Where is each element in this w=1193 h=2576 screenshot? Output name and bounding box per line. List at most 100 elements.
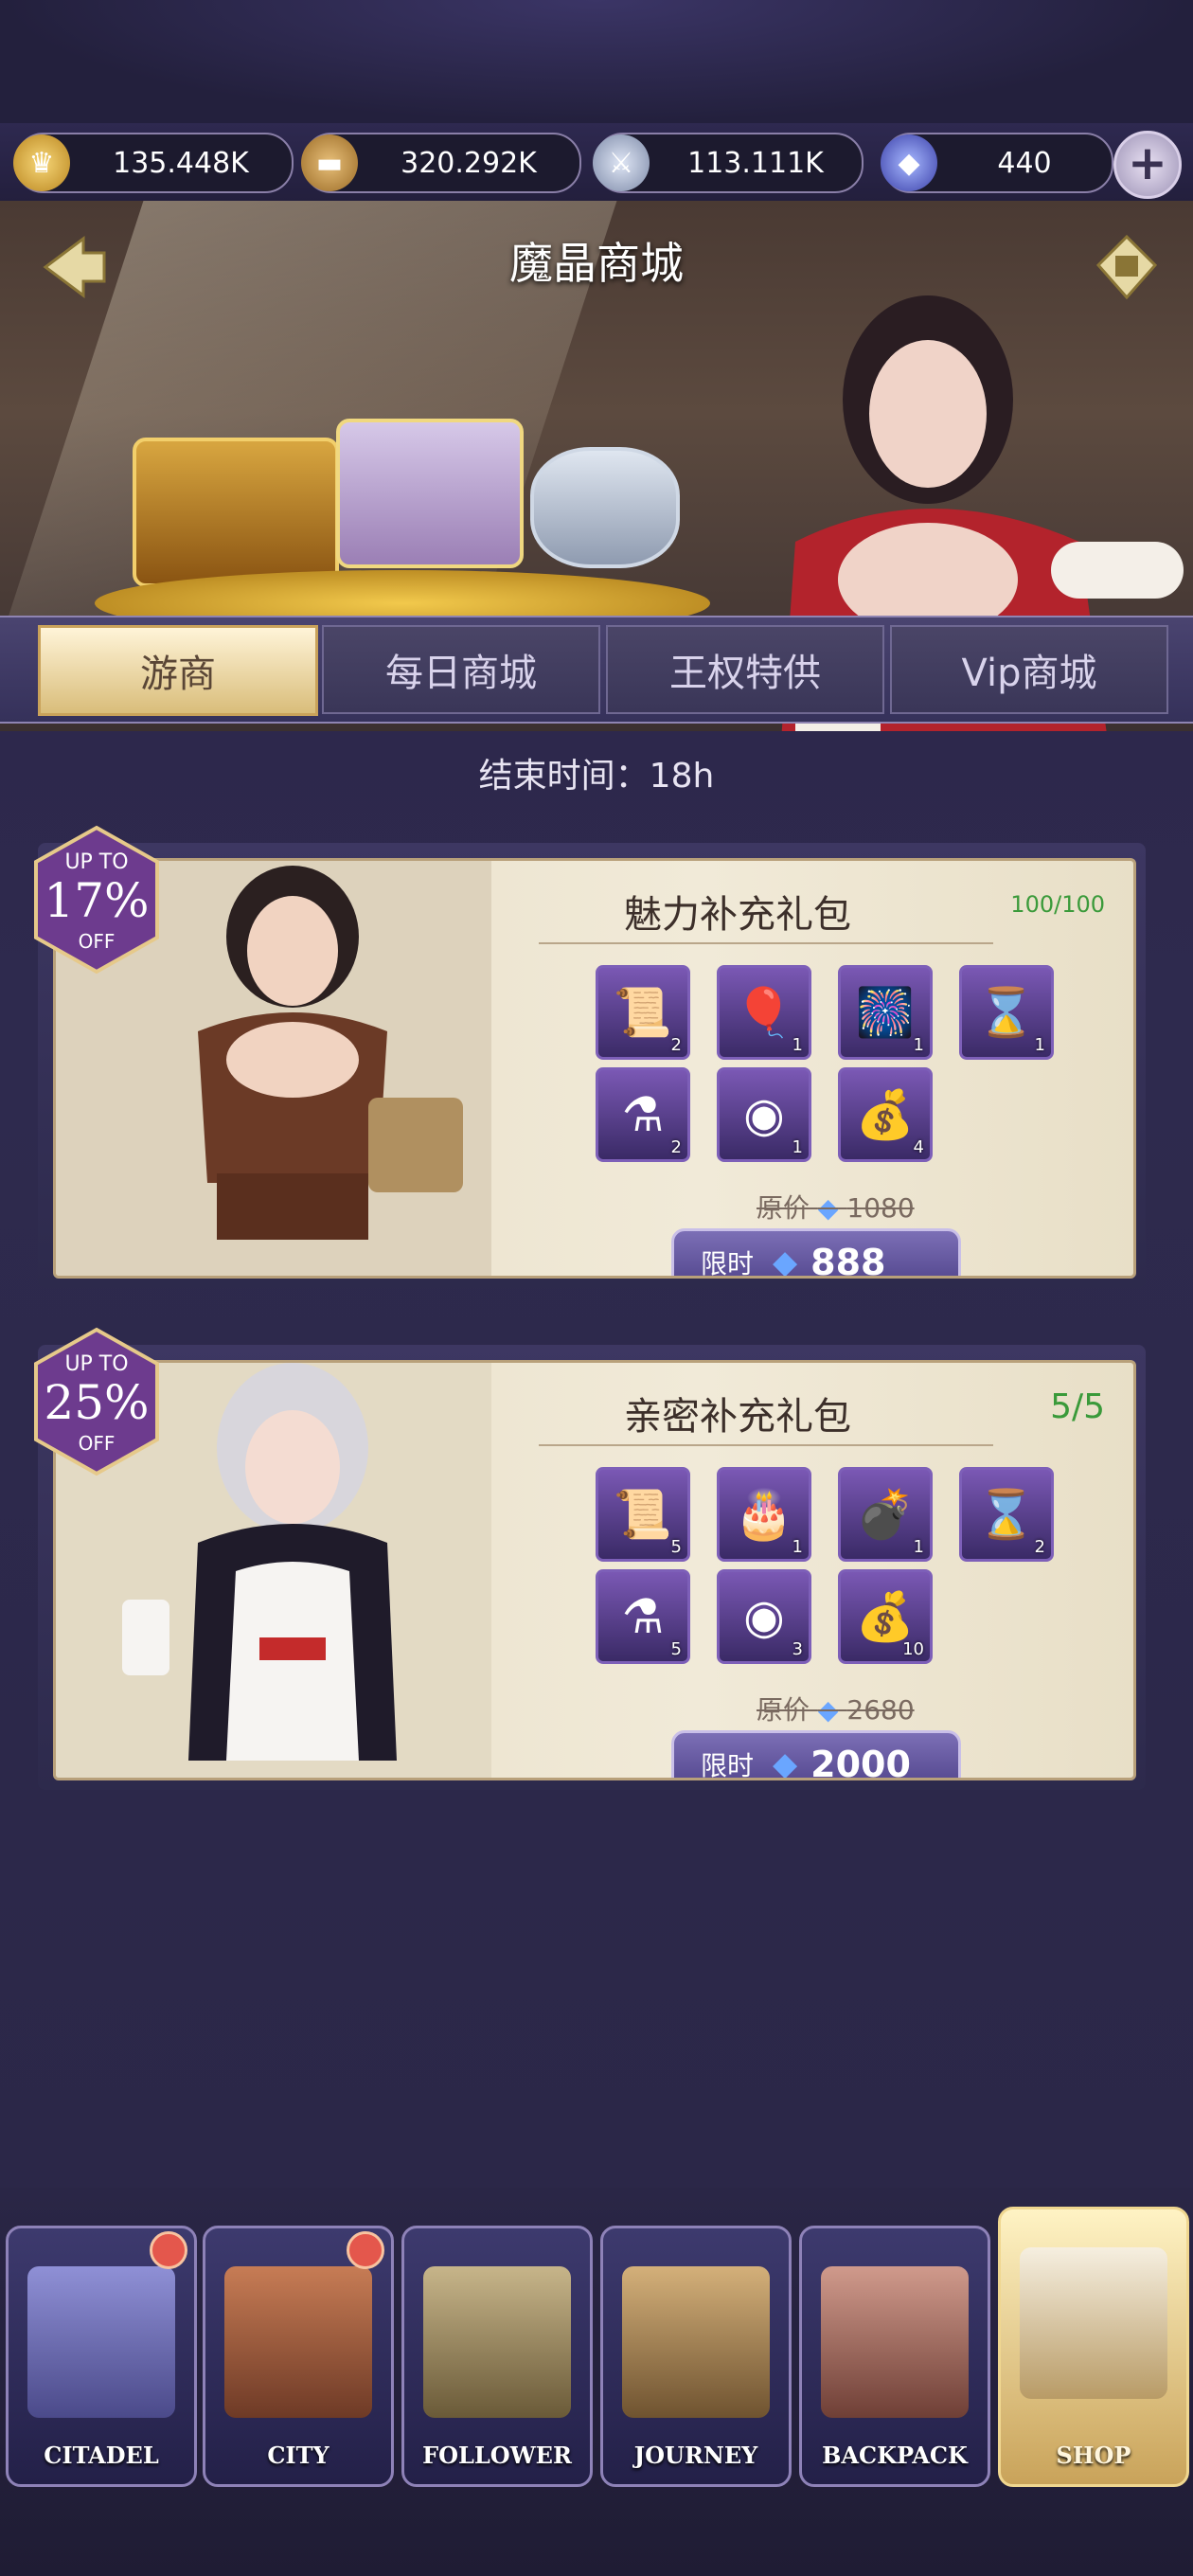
scroll-icon: 📜 xyxy=(613,1486,673,1542)
item-slot[interactable]: 💰 4 xyxy=(838,1067,933,1162)
nav-journey[interactable]: JOURNEY xyxy=(600,2226,792,2487)
gold-sack-icon: 💰 xyxy=(855,1588,916,1644)
item-qty: 3 xyxy=(792,1639,803,1659)
item-slot[interactable]: 🎂 1 xyxy=(717,1467,811,1562)
gold-coin-icon: ♛ xyxy=(13,134,70,191)
scroll-icon: 📜 xyxy=(613,984,673,1040)
item-qty: 2 xyxy=(1034,1537,1045,1557)
item-slot[interactable]: 💣 1 xyxy=(838,1467,933,1562)
resource-food-value: 320.292K xyxy=(401,146,537,180)
crystal-orb-icon: ⚔ xyxy=(593,134,650,191)
hourglass-icon: ⌛ xyxy=(976,1486,1037,1542)
resource-gold: ♛ 135.448K xyxy=(13,133,294,193)
original-price-label: 原价 xyxy=(757,1694,810,1726)
gold-sack-icon: 💰 xyxy=(855,1086,916,1142)
nav-label: BACKPACK xyxy=(822,2442,968,2469)
item-qty: 1 xyxy=(792,1137,803,1157)
discount-up-to: UP TO xyxy=(64,850,129,874)
pack-card: 魅力补充礼包 100/100 📜 2 🎈 1 🎆 1 ⌛ 1 ⚗ 2 ◉ 1 💰 4 原价 ◆… xyxy=(34,825,1146,1288)
cake-icon: 🎂 xyxy=(734,1486,794,1542)
add-gem-button[interactable]: + xyxy=(1113,131,1182,199)
item-slot[interactable]: ⚗ 2 xyxy=(596,1067,690,1162)
nav-label: SHOP xyxy=(1056,2442,1131,2469)
discount-off: OFF xyxy=(78,930,116,953)
item-slot[interactable]: 📜 2 xyxy=(596,965,690,1060)
item-qty: 2 xyxy=(670,1137,682,1157)
gem-icon: ◆ xyxy=(817,1192,839,1224)
item-slot[interactable]: ◉ 3 xyxy=(717,1569,811,1664)
item-slot[interactable]: ⌛ 1 xyxy=(959,965,1054,1060)
original-price: 原价 ◆ 2680 xyxy=(757,1690,915,1727)
nav-backpack[interactable]: BACKPACK xyxy=(799,2226,990,2487)
item-slot[interactable]: 📜 5 xyxy=(596,1467,690,1562)
tab-merchant[interactable]: 游商 xyxy=(38,625,318,716)
bread-icon: ▬ xyxy=(301,134,358,191)
tab-vip-shop[interactable]: Vip商城 xyxy=(890,625,1168,714)
silver-crown xyxy=(530,447,680,568)
nav-follower[interactable]: FOLLOWER xyxy=(401,2226,593,2487)
item-slot[interactable]: 🎈 1 xyxy=(717,965,811,1060)
item-qty: 10 xyxy=(902,1639,924,1659)
item-slot[interactable]: 💰 10 xyxy=(838,1569,933,1664)
coin-orb-icon: ◉ xyxy=(743,1589,785,1644)
resource-food: ▬ 320.292K xyxy=(301,133,581,193)
item-qty: 1 xyxy=(913,1537,924,1557)
potion-icon: ⚗ xyxy=(621,1087,665,1142)
gem-icon: ◆ xyxy=(817,1694,839,1726)
buy-price: 888 xyxy=(810,1242,886,1279)
pack-purchase-count: 100/100 xyxy=(1010,891,1105,918)
item-qty: 4 xyxy=(913,1137,924,1157)
item-slot[interactable]: ◉ 1 xyxy=(717,1067,811,1162)
nav-label: CITADEL xyxy=(44,2442,159,2469)
buy-button[interactable]: 限时 ◆ 888 xyxy=(671,1228,961,1279)
resource-gold-value: 135.448K xyxy=(113,146,249,180)
item-qty: 2 xyxy=(670,1035,682,1055)
hourglass-icon: ⌛ xyxy=(976,984,1037,1040)
pack-card-inner: 魅力补充礼包 100/100 📜 2 🎈 1 🎆 1 ⌛ 1 ⚗ 2 ◉ 1 💰 4 原价 ◆… xyxy=(53,858,1136,1279)
coin-orb-icon: ◉ xyxy=(743,1087,785,1142)
potion-icon: ⚗ xyxy=(621,1589,665,1644)
cannon-icon: 💣 xyxy=(855,1486,916,1542)
tab-royal-special[interactable]: 王权特供 xyxy=(606,625,884,714)
pack-card-inner: 亲密补充礼包 5/5 📜 5 🎂 1 💣 1 ⌛ 2 ⚗ 5 ◉ 3 💰 10 原价 ◆ 26… xyxy=(53,1360,1136,1780)
original-price: 原价 ◆ 1080 xyxy=(757,1188,915,1225)
original-price-value: 1080 xyxy=(846,1192,915,1224)
castle-icon xyxy=(27,2266,175,2418)
buy-button[interactable]: 限时 ◆ 2000 xyxy=(671,1730,961,1780)
buy-price: 2000 xyxy=(810,1744,911,1780)
gem-icon: ◆ xyxy=(881,134,937,191)
resource-gem: ◆ 440 xyxy=(881,133,1113,193)
pack-card: 亲密补充礼包 5/5 📜 5 🎂 1 💣 1 ⌛ 2 ⚗ 5 ◉ 3 💰 10 原价 ◆ 26… xyxy=(34,1327,1146,1790)
item-qty: 5 xyxy=(670,1639,682,1659)
nav-label: CITY xyxy=(267,2442,329,2469)
gate-icon xyxy=(224,2266,372,2418)
book-menu-icon[interactable] xyxy=(1089,229,1165,305)
gem-icon: ◆ xyxy=(773,1243,798,1279)
original-price-value: 2680 xyxy=(846,1694,915,1726)
item-qty: 1 xyxy=(792,1035,803,1055)
discount-off: OFF xyxy=(78,1432,116,1455)
pack-purchase-count: 5/5 xyxy=(1050,1387,1105,1426)
title-divider xyxy=(539,1444,993,1446)
discount-badge: UP TO 25% OFF xyxy=(30,1326,163,1477)
item-slot[interactable]: ⚗ 5 xyxy=(596,1569,690,1664)
item-slot[interactable]: 🎆 1 xyxy=(838,965,933,1060)
pack-title: 魅力补充礼包 xyxy=(624,893,851,937)
resource-crystal-value: 113.111K xyxy=(687,146,824,180)
gem-icon: ◆ xyxy=(773,1745,798,1780)
tab-daily-shop[interactable]: 每日商城 xyxy=(322,625,600,714)
helmet-icon xyxy=(423,2266,571,2418)
item-qty: 1 xyxy=(913,1035,924,1055)
original-price-label: 原价 xyxy=(757,1192,810,1224)
nav-shop[interactable]: SHOP xyxy=(998,2207,1189,2487)
nav-label: FOLLOWER xyxy=(422,2442,572,2469)
treasure-chest-crown xyxy=(336,419,524,568)
item-slot[interactable]: ⌛ 2 xyxy=(959,1467,1054,1562)
pack-title: 亲密补充礼包 xyxy=(624,1395,851,1439)
discount-percent: 25% xyxy=(44,1375,150,1430)
notification-dot xyxy=(150,2231,187,2269)
crossed-swords-icon xyxy=(622,2266,770,2418)
balloons-icon: 🎈 xyxy=(734,984,794,1040)
end-time-label: 结束时间：18h xyxy=(478,757,715,796)
treasure-chest-gold xyxy=(133,438,339,587)
